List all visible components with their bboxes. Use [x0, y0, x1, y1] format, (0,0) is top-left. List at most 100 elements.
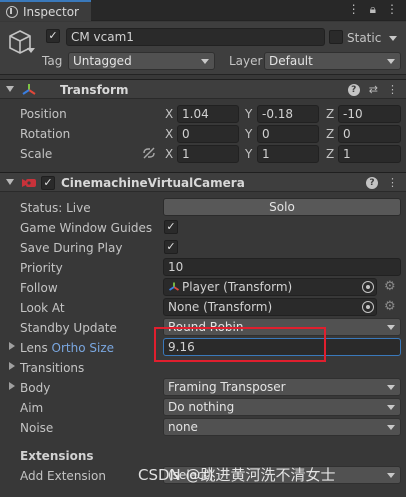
scale-label: Scale	[20, 147, 53, 161]
position-z-field[interactable]: -10	[338, 105, 401, 123]
vcam-header[interactable]: ✓ CinemachineVirtualCamera ? ⋮	[0, 172, 406, 192]
axis-y-label[interactable]: Y	[245, 146, 252, 162]
vcam-tools: ? ⋮	[366, 175, 398, 191]
noise-value: none	[168, 420, 198, 434]
rotation-y-field[interactable]: 0	[257, 125, 319, 143]
axis-z-label[interactable]: Z	[326, 146, 334, 162]
lens-label: Lens Ortho Size	[20, 340, 114, 356]
help-icon[interactable]: ?	[347, 84, 360, 96]
gear-icon[interactable]: ⚙	[384, 300, 396, 314]
standby-update-label: Standby Update	[20, 321, 117, 335]
chevron-down-icon	[387, 425, 395, 430]
axis-x-label[interactable]: X	[165, 126, 173, 142]
rotation-label: Rotation	[20, 127, 71, 141]
layer-value: Default	[269, 54, 313, 68]
status-label: Status: Live	[20, 201, 91, 215]
extensions-title: Extensions	[20, 449, 94, 463]
body-foldout-icon[interactable]	[9, 382, 15, 390]
watermark-text: CSDN @跳进黄河洗不清女士	[138, 466, 336, 484]
tag-label: Tag	[42, 54, 63, 68]
vcam-enabled-checkbox[interactable]: ✓	[41, 176, 55, 190]
rotation-x-field[interactable]: 0	[177, 125, 239, 143]
object-picker-icon[interactable]	[362, 301, 374, 313]
body-label: Body	[20, 381, 51, 395]
priority-field[interactable]: 10	[163, 258, 401, 276]
body-value: Framing Transposer	[168, 380, 286, 394]
look-at-field[interactable]: None (Transform)	[163, 298, 377, 316]
preset-icon[interactable]: ⇄	[369, 82, 378, 98]
scale-y-field[interactable]: 1	[257, 145, 319, 163]
foldout-arrow-icon[interactable]	[6, 179, 14, 185]
static-dropdown-arrow[interactable]	[389, 36, 397, 41]
game-window-guides-label: Game Window Guides	[20, 221, 153, 235]
save-during-play-label: Save During Play	[20, 241, 123, 255]
transform-axes-icon	[169, 282, 179, 291]
annotation-highlight-box	[154, 327, 326, 362]
aim-dropdown[interactable]: Do nothing	[163, 398, 401, 416]
solo-button[interactable]: Solo	[163, 198, 401, 216]
chevron-down-icon	[387, 325, 395, 330]
inspector-tabbar: Inspector ⋮ 🔒︎ ⋮	[0, 0, 406, 21]
priority-label: Priority	[20, 261, 63, 275]
aim-value: Do nothing	[168, 400, 235, 414]
chevron-down-icon	[387, 405, 395, 410]
gear-icon[interactable]: ⚙	[384, 280, 396, 294]
scale-z-field[interactable]: 1	[338, 145, 401, 163]
help-icon[interactable]: ?	[366, 177, 378, 189]
position-label: Position	[20, 107, 67, 121]
lens-ortho-size-label: Ortho Size	[51, 341, 115, 355]
active-checkbox[interactable]: ✓	[46, 29, 60, 43]
context-menu-icon[interactable]: ⋮	[387, 82, 398, 98]
foldout-arrow-icon[interactable]	[6, 86, 14, 92]
tab-inspector-label: Inspector	[23, 4, 79, 19]
axis-z-label[interactable]: Z	[326, 126, 334, 142]
gameobject-header: ✓ CM vcam1 Static Tag Untagged Layer Def…	[0, 22, 406, 75]
chevron-down-icon	[387, 59, 395, 64]
static-checkbox[interactable]	[329, 30, 343, 44]
chevron-down-icon	[387, 473, 395, 478]
transitions-label[interactable]: Transitions	[20, 360, 84, 376]
tag-value: Untagged	[73, 54, 132, 68]
static-label: Static	[347, 31, 382, 45]
vcam-title: CinemachineVirtualCamera	[61, 176, 245, 190]
object-picker-icon[interactable]	[362, 281, 374, 293]
noise-label: Noise	[20, 421, 54, 435]
lock-icon[interactable]: 🔒︎	[370, 2, 376, 17]
axis-x-label[interactable]: X	[165, 146, 173, 162]
info-icon	[6, 5, 18, 18]
axis-z-label[interactable]: Z	[326, 106, 334, 122]
layer-dropdown[interactable]: Default	[264, 52, 401, 70]
more-icon[interactable]: ⋮	[348, 2, 360, 17]
position-y-field[interactable]: -0.18	[257, 105, 319, 123]
axis-x-label[interactable]: X	[165, 106, 173, 122]
lens-label-text: Lens	[20, 341, 48, 355]
save-during-play-checkbox[interactable]: ✓	[164, 240, 178, 254]
follow-label: Follow	[20, 281, 58, 295]
add-extension-label: Add Extension	[20, 469, 106, 483]
game-window-guides-checkbox[interactable]: ✓	[164, 220, 178, 234]
rotation-z-field[interactable]: 0	[338, 125, 401, 143]
chevron-down-icon	[387, 385, 395, 390]
icon-dropdown-arrow[interactable]	[27, 48, 35, 53]
transform-tools: ? ⇄ ⋮	[347, 82, 398, 98]
transform-title: Transform	[60, 83, 129, 97]
look-at-label: Look At	[20, 301, 65, 315]
lens-foldout-icon[interactable]	[9, 342, 15, 350]
tag-dropdown[interactable]: Untagged	[68, 52, 215, 70]
scale-x-field[interactable]: 1	[177, 145, 239, 163]
noise-dropdown[interactable]: none	[163, 418, 401, 436]
transform-header[interactable]: Transform ? ⇄ ⋮	[0, 79, 406, 99]
follow-value: Player (Transform)	[182, 280, 293, 294]
position-x-field[interactable]: 1.04	[177, 105, 239, 123]
constrain-proportions-icon[interactable]	[142, 146, 156, 160]
axis-y-label[interactable]: Y	[245, 106, 252, 122]
tab-inspector[interactable]: Inspector	[0, 0, 91, 21]
object-name-input[interactable]: CM vcam1	[66, 28, 325, 46]
body-dropdown[interactable]: Framing Transposer	[163, 378, 401, 396]
menu-icon[interactable]: ⋮	[386, 2, 398, 17]
transitions-foldout-icon[interactable]	[9, 362, 15, 370]
axis-y-label[interactable]: Y	[245, 126, 252, 142]
context-menu-icon[interactable]: ⋮	[387, 175, 398, 191]
chevron-down-icon	[201, 59, 209, 64]
follow-field[interactable]: Player (Transform)	[163, 278, 377, 296]
